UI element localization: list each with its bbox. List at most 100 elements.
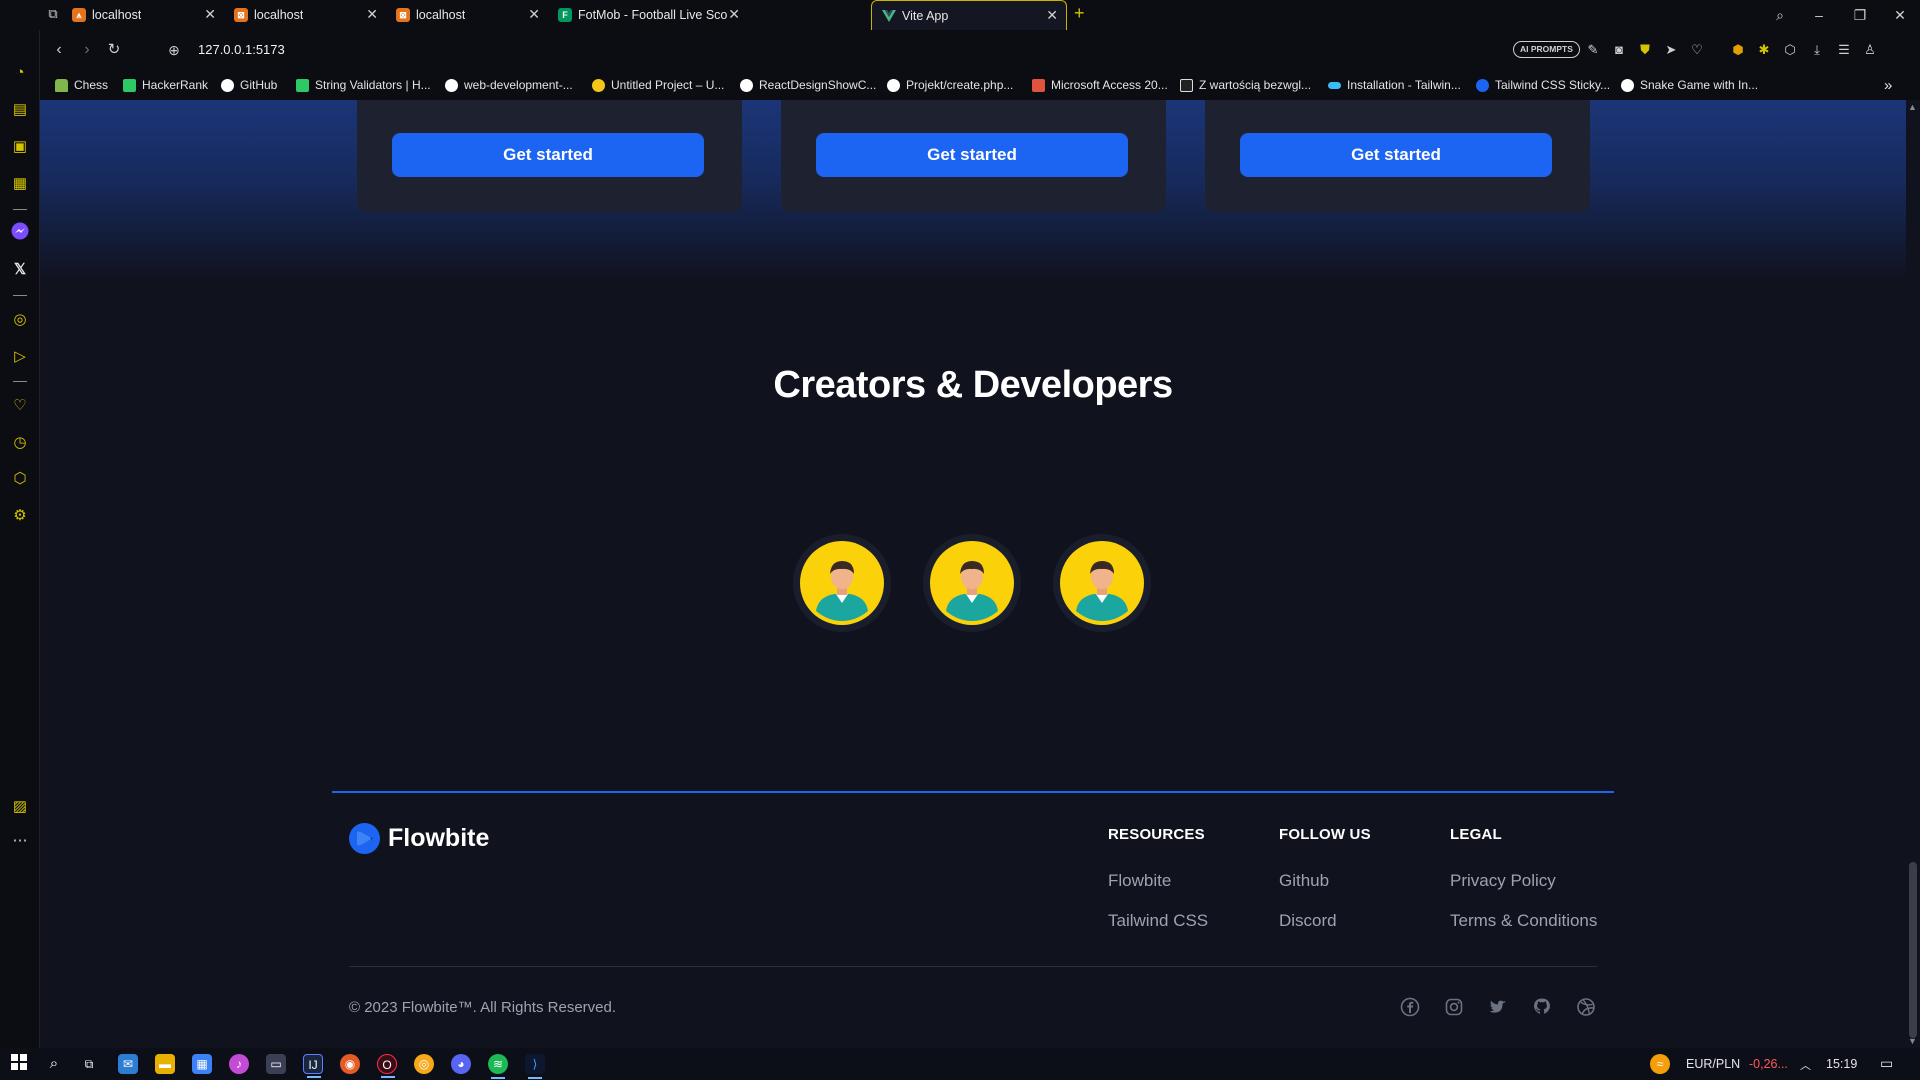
search-tabs-icon[interactable]: ⌕	[1769, 4, 1791, 26]
tab-4-active[interactable]: Vite App ✕	[871, 0, 1067, 30]
get-started-button[interactable]: Get started	[392, 133, 704, 177]
footer-link-tailwind-css[interactable]: Tailwind CSS	[1108, 911, 1208, 931]
tab-3[interactable]: F FotMob - Football Live Sco ✕	[548, 0, 748, 30]
creator-avatar[interactable]	[923, 534, 1021, 632]
store-icon[interactable]: ▦	[192, 1054, 212, 1074]
get-started-button[interactable]: Get started	[816, 133, 1128, 177]
bookmark-tailwind-sticky[interactable]: Tailwind CSS Sticky...	[1476, 76, 1610, 94]
twitch-icon[interactable]: ▣	[9, 136, 31, 158]
footer-link-flowbite[interactable]: Flowbite	[1108, 871, 1171, 891]
bookmark-projekt-create[interactable]: Projekt/create.php...	[887, 76, 1013, 94]
gx-controls-icon[interactable]: ⧉	[44, 6, 62, 24]
bookmark-microsoft-access[interactable]: Microsoft Access 20...	[1032, 76, 1168, 94]
spotify-icon[interactable]: ≋	[488, 1054, 508, 1079]
dribbble-icon[interactable]	[1576, 997, 1596, 1017]
task-view-icon[interactable]: ⧉	[79, 1054, 99, 1074]
back-icon[interactable]: ‹	[48, 39, 70, 61]
briefcase-icon[interactable]: ▤	[9, 99, 31, 121]
bookmark-react-design[interactable]: ReactDesignShowC...	[740, 76, 876, 94]
file-explorer-icon[interactable]: ▬	[155, 1054, 175, 1074]
footer-brand[interactable]: Flowbite	[349, 823, 489, 854]
tab-1[interactable]: ⊠ localhost ✕	[224, 0, 386, 30]
shield-icon[interactable]: ⛊	[1635, 40, 1655, 60]
bug-extension-icon[interactable]: ✱	[1754, 40, 1774, 60]
minimize-icon[interactable]: –	[1808, 4, 1830, 26]
mail-icon[interactable]: ✉	[118, 1054, 138, 1074]
search-icon[interactable]: ⌕	[44, 1054, 64, 1074]
new-tab-button[interactable]: +	[1074, 3, 1085, 24]
close-window-icon[interactable]: ✕	[1889, 4, 1911, 26]
extensions-cube-icon[interactable]: ⬡	[9, 468, 31, 490]
reload-icon[interactable]: ↻	[103, 39, 125, 61]
bookmark-z-wartoscia[interactable]: Z wartością bezwgl...	[1180, 76, 1311, 94]
creator-avatar[interactable]	[793, 534, 891, 632]
tab-close-icon[interactable]: ✕	[728, 7, 740, 21]
footer-link-privacy-policy[interactable]: Privacy Policy	[1450, 871, 1556, 891]
facebook-icon[interactable]	[1400, 997, 1420, 1017]
bookmark-chess[interactable]: Chess	[55, 76, 108, 94]
snapshot-gallery-icon[interactable]: ▨	[9, 796, 31, 818]
send-icon[interactable]: ➤	[1661, 40, 1681, 60]
tab-close-icon[interactable]: ✕	[1046, 8, 1058, 22]
heart-icon[interactable]: ♡	[1687, 40, 1707, 60]
camera-icon[interactable]: ◙	[1609, 40, 1629, 60]
windows-start-icon[interactable]	[9, 1054, 29, 1074]
cpu-limiter-icon[interactable]: ▦	[9, 173, 31, 195]
heart-icon[interactable]: ♡	[9, 395, 31, 417]
creator-avatar[interactable]	[1053, 534, 1151, 632]
x-twitter-icon[interactable]: 𝕏	[9, 259, 31, 281]
bookmark-web-development[interactable]: web-development-...	[445, 76, 573, 94]
page-scrollbar[interactable]: ▲ ▼	[1906, 100, 1920, 1048]
vscode-icon[interactable]: ⟩	[525, 1054, 545, 1079]
player-icon[interactable]: ◎	[9, 309, 31, 331]
cube-icon[interactable]: ⬡	[1780, 40, 1800, 60]
scrollbar-thumb[interactable]	[1909, 862, 1917, 1038]
menu-icon[interactable]: ☰	[1834, 40, 1854, 60]
scroll-up-arrow-icon[interactable]: ▲	[1908, 102, 1917, 112]
settings-gear-icon[interactable]: ⚙	[9, 505, 31, 527]
discord-icon[interactable]: ◕	[451, 1054, 471, 1074]
site-info-icon[interactable]: ⊕	[163, 39, 185, 61]
window-app-icon[interactable]: ▭	[266, 1054, 286, 1074]
footer-link-terms-conditions[interactable]: Terms & Conditions	[1450, 911, 1597, 931]
opera-gx-icon[interactable]: O	[377, 1054, 397, 1078]
profile-icon[interactable]: ♙	[1860, 40, 1880, 60]
download-icon[interactable]: ⤓	[1807, 40, 1827, 60]
messenger-icon[interactable]	[9, 222, 31, 244]
bookmark-github[interactable]: GitHub	[221, 76, 277, 94]
itunes-icon[interactable]: ♪	[229, 1054, 249, 1074]
tray-chevron-icon[interactable]: ︿	[1800, 1057, 1811, 1073]
speed-dial-icon[interactable]: ◔	[9, 62, 31, 84]
github-icon[interactable]	[1532, 997, 1552, 1017]
tab-close-icon[interactable]: ✕	[528, 7, 540, 21]
bookmark-snake-game[interactable]: Snake Game with In...	[1621, 76, 1758, 94]
scroll-down-arrow-icon[interactable]: ▼	[1908, 1036, 1917, 1046]
bookmark-hackerrank[interactable]: HackerRank	[123, 76, 208, 94]
footer-link-github[interactable]: Github	[1279, 871, 1329, 891]
url-field[interactable]: 127.0.0.1:5173	[198, 42, 285, 57]
more-dots-icon[interactable]: ⋯	[9, 830, 31, 852]
ai-prompts-button[interactable]: AI PROMPTS	[1513, 41, 1580, 58]
instagram-icon[interactable]	[1444, 997, 1464, 1017]
bookmarks-overflow-button[interactable]: »	[1884, 76, 1892, 94]
notifications-icon[interactable]: ▭	[1880, 1055, 1893, 1072]
forward-icon[interactable]: ›	[76, 39, 98, 61]
twitter-icon[interactable]	[1488, 997, 1508, 1017]
restore-icon[interactable]: ❐	[1849, 4, 1871, 26]
history-clock-icon[interactable]: ◷	[9, 432, 31, 454]
bookmark-tailwind-installation[interactable]: Installation - Tailwin...	[1328, 76, 1461, 94]
tab-2[interactable]: ⊠ localhost ✕	[386, 0, 548, 30]
chrome-icon[interactable]: ◎	[414, 1054, 434, 1074]
extension-icon[interactable]: ⬢	[1728, 40, 1748, 60]
currency-widget-icon[interactable]: ≈	[1650, 1054, 1670, 1074]
footer-link-discord[interactable]: Discord	[1279, 911, 1337, 931]
bookmark-string-validators[interactable]: String Validators | H...	[296, 76, 431, 94]
tab-close-icon[interactable]: ✕	[204, 7, 216, 21]
get-started-button[interactable]: Get started	[1240, 133, 1552, 177]
intellij-icon[interactable]: IJ	[303, 1054, 323, 1078]
send-icon[interactable]: ▷	[9, 346, 31, 368]
edit-icon[interactable]: ✎	[1583, 40, 1603, 60]
tab-close-icon[interactable]: ✕	[366, 7, 378, 21]
firefox-icon[interactable]: ◉	[340, 1054, 360, 1074]
currency-pair[interactable]: EUR/PLN	[1686, 1057, 1740, 1071]
